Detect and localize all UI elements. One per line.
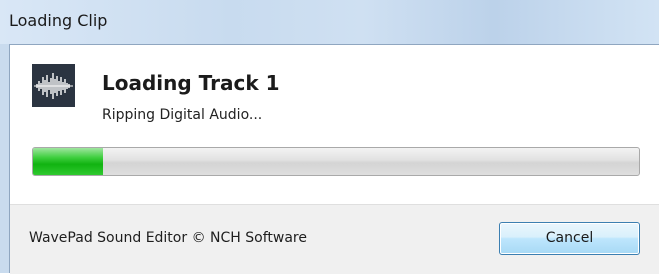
loading-heading: Loading Track 1	[102, 71, 280, 95]
window-title: Loading Clip	[9, 11, 108, 30]
cancel-button[interactable]: Cancel	[499, 222, 640, 255]
status-text: Ripping Digital Audio...	[102, 107, 263, 123]
title-bar[interactable]: Loading Clip	[0, 0, 659, 44]
waveform-icon	[32, 64, 75, 107]
dialog-body: Loading Track 1 Ripping Digital Audio...…	[9, 44, 659, 274]
loading-clip-dialog: Loading Clip Loading Track 1 Ripping Dig…	[0, 0, 659, 274]
dialog-footer: WavePad Sound Editor © NCH Software Canc…	[10, 204, 659, 274]
progress-bar-fill	[33, 148, 103, 175]
dialog-content: Loading Track 1 Ripping Digital Audio...	[10, 45, 659, 204]
progress-bar	[32, 147, 640, 176]
copyright-text: WavePad Sound Editor © NCH Software	[29, 230, 307, 246]
